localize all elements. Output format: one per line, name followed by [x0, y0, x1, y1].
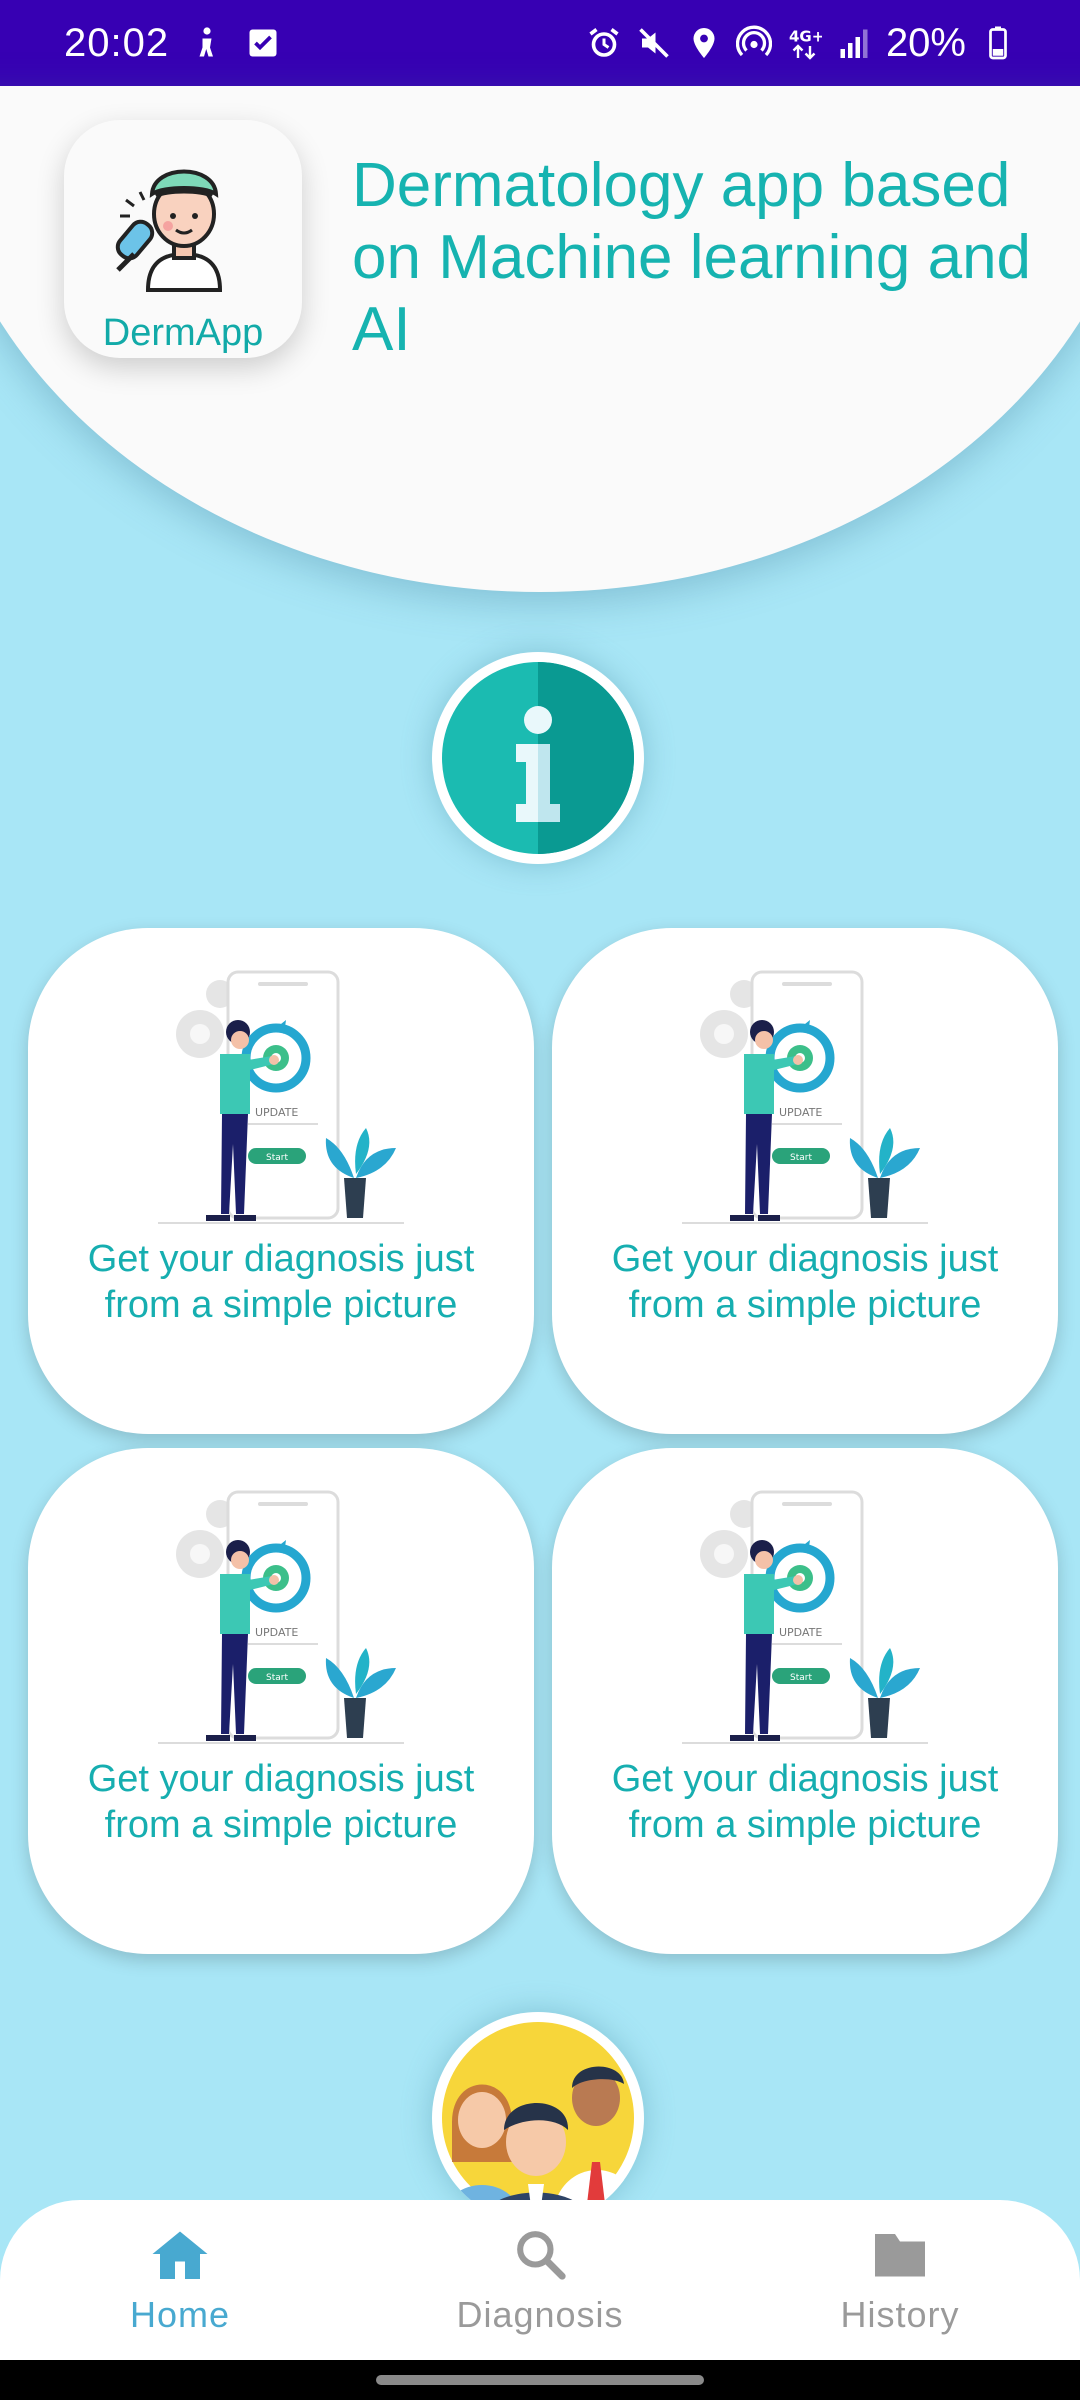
- hotspot-icon: [735, 25, 772, 57]
- phone-update-illustration: UPDATE Start: [682, 1490, 928, 1744]
- feature-card[interactable]: UPDATE Start Get your diagnosis just fro…: [28, 1448, 534, 1954]
- nav-diagnosis[interactable]: Diagnosis: [420, 2226, 660, 2336]
- start-label: Start: [266, 1673, 288, 1683]
- card-text: Get your diagnosis just from a simple pi…: [611, 1758, 999, 1846]
- nav-history[interactable]: History: [780, 2226, 1020, 2336]
- home-icon: [152, 2231, 208, 2279]
- mute-icon: [639, 28, 669, 58]
- feature-card[interactable]: UPDATE Start Get your diagnosis just fro…: [552, 1448, 1058, 1954]
- update-label: UPDATE: [779, 1106, 822, 1119]
- phone-update-illustration: UPDATE Start: [158, 970, 404, 1224]
- feature-card[interactable]: UPDATE Start Get your diagnosis just fro…: [28, 928, 534, 1434]
- phone-update-illustration: UPDATE Start: [158, 1490, 404, 1744]
- card-text: Get your diagnosis just from a simple pi…: [611, 1238, 999, 1326]
- logo-text: DermApp: [102, 312, 264, 354]
- bottom-navigation: Home Diagnosis History: [0, 2200, 1080, 2360]
- person-walking-icon: [199, 27, 214, 57]
- signal-icon: [840, 29, 868, 58]
- gesture-handle[interactable]: [376, 2375, 704, 2385]
- svg-text:4G+: 4G+: [789, 28, 822, 46]
- status-time: 20:02: [64, 20, 170, 65]
- nav-home-label: Home: [129, 2294, 231, 2335]
- home-screen: 20:02 4G+ 20% DermApp Dermatology app ba…: [0, 0, 1080, 2400]
- start-label: Start: [790, 1153, 812, 1163]
- card-text: Get your diagnosis just from a simple pi…: [87, 1238, 475, 1326]
- status-bar: 20:02 4G+ 20%: [0, 0, 1080, 86]
- update-label: UPDATE: [779, 1626, 822, 1639]
- page-title: Dermatology app based on Machine learnin…: [352, 151, 1032, 364]
- team-button[interactable]: [432, 2012, 644, 2224]
- dermatology-logo-icon: [115, 169, 223, 292]
- search-icon: [517, 2231, 566, 2280]
- nav-history-label: History: [840, 2294, 960, 2335]
- start-label: Start: [790, 1673, 812, 1683]
- app-logo: DermApp: [64, 120, 302, 358]
- gesture-area: [0, 2360, 1080, 2400]
- info-button[interactable]: [432, 652, 644, 864]
- check-box-icon: [249, 29, 277, 57]
- feature-card[interactable]: UPDATE Start Get your diagnosis just fro…: [552, 928, 1058, 1434]
- update-label: UPDATE: [255, 1626, 298, 1639]
- nav-home[interactable]: Home: [60, 2226, 300, 2336]
- phone-update-illustration: UPDATE Start: [682, 970, 928, 1224]
- update-label: UPDATE: [255, 1106, 298, 1119]
- alarm-icon: [589, 28, 619, 57]
- nav-diagnosis-label: Diagnosis: [456, 2294, 624, 2335]
- card-text: Get your diagnosis just from a simple pi…: [87, 1758, 475, 1846]
- team-icon: [442, 2022, 642, 2224]
- battery-percent: 20%: [885, 20, 966, 65]
- info-icon: [442, 662, 634, 854]
- folder-icon: [875, 2234, 925, 2277]
- location-icon: [693, 28, 715, 58]
- 4g-plus-icon: 4G+: [789, 28, 822, 60]
- start-label: Start: [266, 1153, 288, 1163]
- battery-icon: [989, 26, 1007, 60]
